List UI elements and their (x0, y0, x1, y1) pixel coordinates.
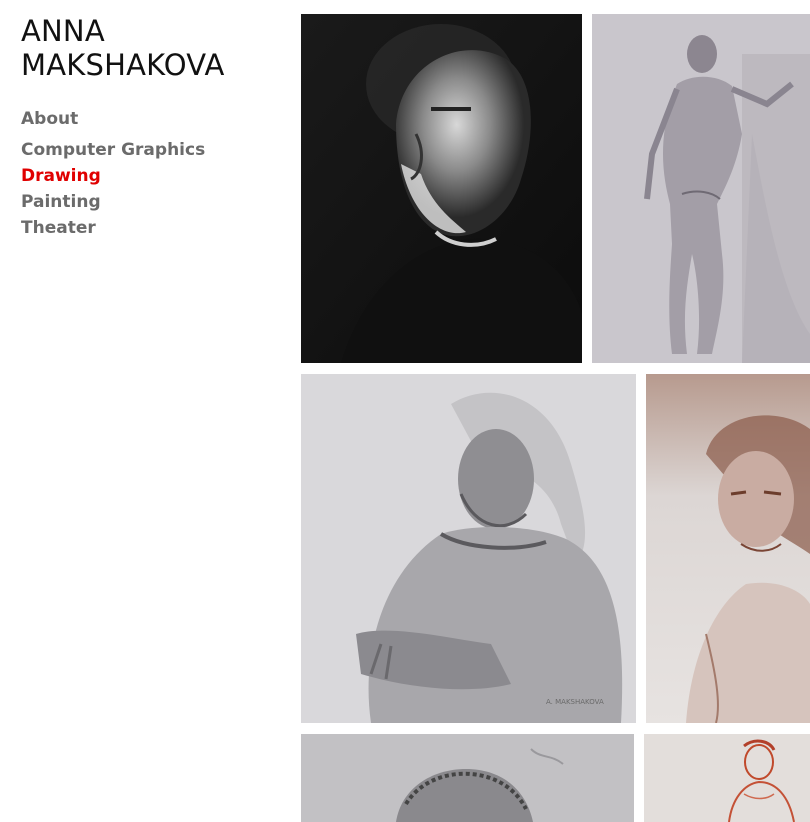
main-nav: About Computer Graphics Drawing Painting… (21, 106, 291, 241)
gallery-tile-old-man-charcoal[interactable] (301, 14, 582, 363)
artwork-image (644, 734, 810, 822)
site-title[interactable]: ANNA MAKSHAKOVA (21, 14, 291, 82)
gallery-tile-woman-sanguine[interactable] (646, 374, 810, 723)
gallery-tile-female-figure-sanguine[interactable] (644, 734, 810, 822)
nav-item-theater[interactable]: Theater (21, 215, 291, 241)
nav-item-drawing[interactable]: Drawing (21, 163, 291, 189)
gallery-tile-curly-hair-portrait[interactable] (301, 734, 634, 822)
gallery-tile-seated-old-man[interactable]: A. MAKSHAKOVA (301, 374, 636, 723)
sidebar: ANNA MAKSHAKOVA About Computer Graphics … (21, 14, 291, 241)
nav-item-computer-graphics[interactable]: Computer Graphics (21, 137, 291, 163)
artwork-image (646, 374, 810, 723)
nav-item-painting[interactable]: Painting (21, 189, 291, 215)
artwork-image (301, 14, 582, 363)
svg-text:A. MAKSHAKOVA: A. MAKSHAKOVA (546, 698, 604, 706)
nav-item-about[interactable]: About (21, 106, 291, 132)
artwork-image (301, 734, 634, 822)
gallery-tile-male-figure[interactable] (592, 14, 810, 363)
site-title-line-1: ANNA (21, 14, 105, 48)
artwork-image: A. MAKSHAKOVA (301, 374, 636, 723)
page: ANNA MAKSHAKOVA About Computer Graphics … (0, 0, 810, 822)
site-title-line-2: MAKSHAKOVA (21, 48, 225, 82)
artwork-image (592, 14, 810, 363)
